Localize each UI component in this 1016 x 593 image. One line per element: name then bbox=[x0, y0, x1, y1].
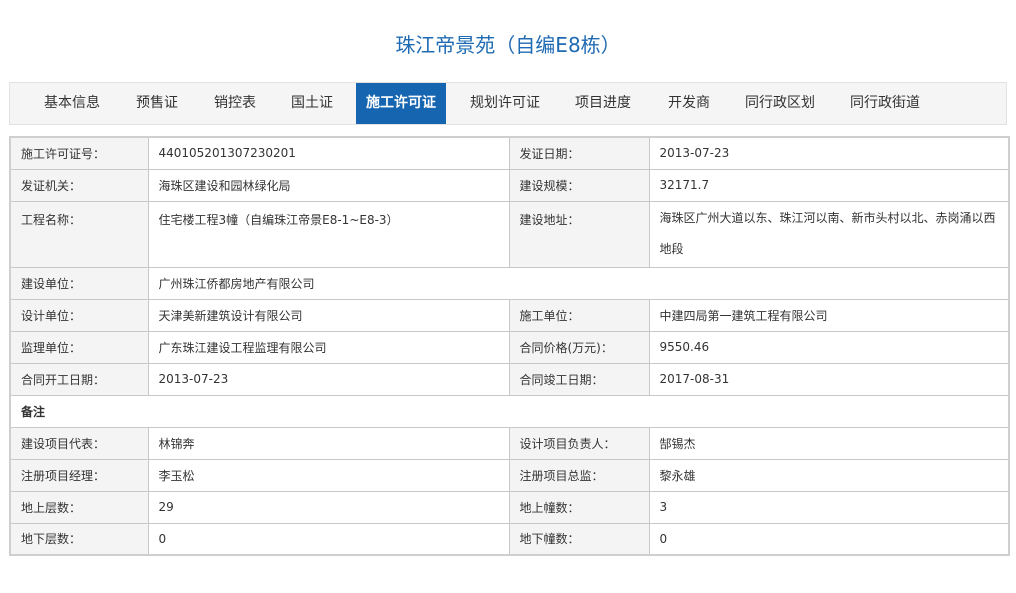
designer-label: 设计单位： bbox=[9, 298, 149, 332]
buildings-below-value: 0 bbox=[648, 522, 1010, 556]
table-row: 备注 bbox=[9, 394, 1010, 428]
buildings-above-label: 地上幢数： bbox=[508, 490, 650, 524]
tab-bar: 基本信息 预售证 销控表 国土证 施工许可证 规划许可证 项目进度 开发商 同行… bbox=[9, 82, 1007, 125]
remark-heading: 备注 bbox=[9, 394, 1010, 428]
builder-label: 建设单位： bbox=[9, 266, 149, 300]
design-lead-value: 郜锡杰 bbox=[648, 426, 1010, 460]
contract-price-label: 合同价格(万元)： bbox=[508, 330, 650, 364]
contractor-label: 施工单位： bbox=[508, 298, 650, 332]
project-name-value: 住宅楼工程3幢（自编珠江帝景E8-1~E8-3） bbox=[147, 200, 510, 268]
contract-price-value: 9550.46 bbox=[648, 330, 1010, 364]
page-title: 珠江帝景苑（自编E8栋） bbox=[395, 33, 621, 57]
buildings-below-label: 地下幢数： bbox=[508, 522, 650, 556]
tab-project-progress[interactable]: 项目进度 bbox=[566, 83, 640, 124]
issuer-label: 发证机关： bbox=[9, 168, 149, 202]
table-row: 地上层数： 29 地上幢数： 3 bbox=[9, 490, 1010, 524]
floors-below-value: 0 bbox=[147, 522, 510, 556]
address-label: 建设地址： bbox=[508, 200, 650, 268]
permit-info-table: 施工许可证号： 440105201307230201 发证日期： 2013-07… bbox=[9, 136, 1010, 556]
end-date-value: 2017-08-31 bbox=[648, 362, 1010, 396]
scale-label: 建设规模： bbox=[508, 168, 650, 202]
table-row: 地下层数： 0 地下幢数： 0 bbox=[9, 522, 1010, 556]
project-name-label: 工程名称： bbox=[9, 200, 149, 268]
table-row: 监理单位： 广东珠江建设工程监理有限公司 合同价格(万元)： 9550.46 bbox=[9, 330, 1010, 364]
floors-above-value: 29 bbox=[147, 490, 510, 524]
tab-basic-info[interactable]: 基本信息 bbox=[30, 83, 114, 124]
supervisor-value: 广东珠江建设工程监理有限公司 bbox=[147, 330, 510, 364]
builder-value: 广州珠江侨都房地产有限公司 bbox=[147, 266, 1010, 300]
table-row: 工程名称： 住宅楼工程3幢（自编珠江帝景E8-1~E8-3） 建设地址： 海珠区… bbox=[9, 200, 1010, 268]
table-row: 发证机关： 海珠区建设和园林绿化局 建设规模： 32171.7 bbox=[9, 168, 1010, 202]
design-lead-label: 设计项目负责人： bbox=[508, 426, 650, 460]
end-date-label: 合同竣工日期： bbox=[508, 362, 650, 396]
start-date-label: 合同开工日期： bbox=[9, 362, 149, 396]
chief-supervisor-value: 黎永雄 bbox=[648, 458, 1010, 492]
contractor-value: 中建四局第一建筑工程有限公司 bbox=[648, 298, 1010, 332]
table-row: 合同开工日期： 2013-07-23 合同竣工日期： 2017-08-31 bbox=[9, 362, 1010, 396]
designer-value: 天津美新建筑设计有限公司 bbox=[147, 298, 510, 332]
buildings-above-value: 3 bbox=[648, 490, 1010, 524]
address-value: 海珠区广州大道以东、珠江河以南、新市头村以北、赤岗涌以西地段 bbox=[648, 200, 1010, 268]
tab-same-street[interactable]: 同行政街道 bbox=[840, 83, 930, 124]
tab-land-certificate[interactable]: 国土证 bbox=[277, 83, 347, 124]
project-manager-label: 注册项目经理： bbox=[9, 458, 149, 492]
scale-value: 32171.7 bbox=[648, 168, 1010, 202]
builder-rep-label: 建设项目代表： bbox=[9, 426, 149, 460]
table-row: 注册项目经理： 李玉松 注册项目总监： 黎永雄 bbox=[9, 458, 1010, 492]
permit-no-label: 施工许可证号： bbox=[9, 136, 149, 170]
issue-date-label: 发证日期： bbox=[508, 136, 650, 170]
chief-supervisor-label: 注册项目总监： bbox=[508, 458, 650, 492]
table-row: 施工许可证号： 440105201307230201 发证日期： 2013-07… bbox=[9, 136, 1010, 170]
permit-no-value: 440105201307230201 bbox=[147, 136, 510, 170]
tab-presale-permit[interactable]: 预售证 bbox=[122, 83, 192, 124]
tab-developer[interactable]: 开发商 bbox=[658, 83, 720, 124]
tab-construction-permit[interactable]: 施工许可证 bbox=[356, 83, 446, 124]
tab-planning-permit[interactable]: 规划许可证 bbox=[462, 83, 548, 124]
table-row: 建设单位： 广州珠江侨都房地产有限公司 bbox=[9, 266, 1010, 300]
table-row: 建设项目代表： 林锦奔 设计项目负责人： 郜锡杰 bbox=[9, 426, 1010, 460]
project-manager-value: 李玉松 bbox=[147, 458, 510, 492]
issue-date-value: 2013-07-23 bbox=[648, 136, 1010, 170]
builder-rep-value: 林锦奔 bbox=[147, 426, 510, 460]
issuer-value: 海珠区建设和园林绿化局 bbox=[147, 168, 510, 202]
table-row: 设计单位： 天津美新建筑设计有限公司 施工单位： 中建四局第一建筑工程有限公司 bbox=[9, 298, 1010, 332]
tab-same-district[interactable]: 同行政区划 bbox=[735, 83, 825, 124]
supervisor-label: 监理单位： bbox=[9, 330, 149, 364]
floors-above-label: 地上层数： bbox=[9, 490, 149, 524]
start-date-value: 2013-07-23 bbox=[147, 362, 510, 396]
tab-sales-control[interactable]: 销控表 bbox=[200, 83, 270, 124]
floors-below-label: 地下层数： bbox=[9, 522, 149, 556]
